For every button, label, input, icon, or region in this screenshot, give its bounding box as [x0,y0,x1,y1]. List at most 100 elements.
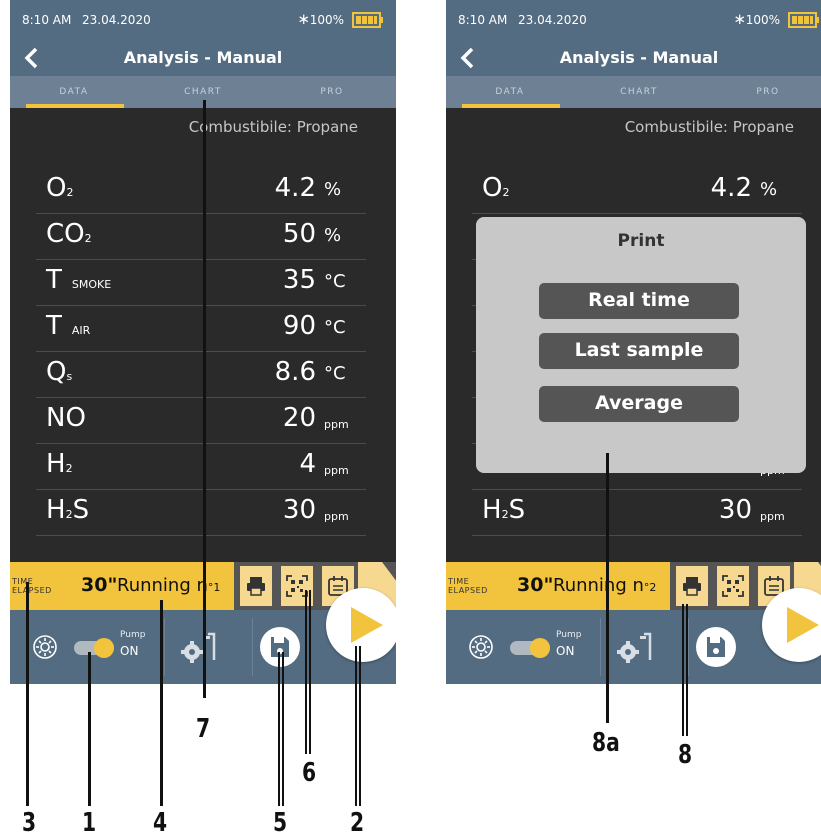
measurement-name: T [46,311,62,341]
status-bar: 8:10 AM 23.04.2020 ∗ 100% [446,0,821,40]
callout-line-2 [355,646,361,806]
measurement-value: 20 [282,403,316,433]
elapsed-time: 30" [81,574,118,596]
save-button[interactable] [696,627,736,667]
measurement-value: 30 [718,495,752,525]
measurement-value: 30 [282,495,316,525]
measurement-name: Q [46,357,67,387]
measurement-row: O2 4.2 % [36,168,366,214]
burner-icon[interactable] [468,634,494,660]
callout-line-8a [606,453,609,723]
measurement-sub: SMOKE [71,278,112,291]
callout-1: 1 [82,808,97,838]
measurement-unit: % [324,179,342,200]
measurement-sub: AIR [71,324,91,337]
nav-bar: Analysis - Manual [446,40,821,76]
measurement-sub: 2 [501,508,509,521]
callout-8a: 8a [592,728,620,758]
measurement-row: H2S 30 ppm [472,490,802,536]
callout-line-3 [26,582,29,806]
measurement-name: CO [46,219,85,249]
measurement-sub: s [66,370,73,383]
measurement-unit: ppm [324,418,349,431]
measurement-row: H2 4 ppm [36,444,366,490]
time-elapsed-box: TIME ELAPSED 30" Running n°2 [446,562,670,610]
measurement-name: O [482,173,503,203]
measurement-sub: 2 [84,232,92,245]
pump-state: ON [120,644,139,658]
status-time: 8:10 AM [22,13,72,27]
tab-data[interactable]: DATA [446,76,574,108]
print-real-time-button[interactable]: Real time [539,283,739,319]
fuel-label: Combustibile: Propane [188,118,358,136]
measurement-unit: % [324,225,342,246]
callout-5: 5 [273,808,288,838]
page-title: Analysis - Manual [559,48,719,67]
measurement-sub: 2 [66,186,74,199]
print-last-sample-button[interactable]: Last sample [539,333,739,369]
status-bar: 8:10 AM 23.04.2020 ∗ 100% [10,0,396,40]
time-label: TIME [448,577,470,586]
measurement-sub: 2 [65,462,73,475]
print-button[interactable] [676,566,708,606]
elapsed-label: ELAPSED [448,586,488,595]
start-button[interactable] [762,588,821,662]
status-date: 23.04.2020 [82,13,151,27]
tab-data[interactable]: DATA [10,76,138,108]
measurement-name: O [46,173,67,203]
measurement-row: T AIR 90 °C [36,306,366,352]
qr-code-icon [722,575,744,597]
time-elapsed-box: TIME ELAPSED 30" Running n°1 [10,562,234,610]
measurement-sub: 2 [502,186,510,199]
callout-line-8 [682,604,688,736]
battery-icon [788,12,819,28]
tab-chart[interactable]: CHART [575,76,703,108]
measurement-value: 8.6 [274,357,316,387]
battery-percent: 100% [309,13,344,27]
battery-icon [352,12,383,28]
measurement-unit: °C [324,317,346,338]
measurement-name: NO [46,403,86,433]
measurement-value: 4.2 [274,173,316,203]
measurement-row: CO2 50 % [36,214,366,260]
measurement-name-tail: S [72,495,90,525]
bluetooth-icon: ∗ [733,10,746,28]
toggle-knob [94,638,114,658]
toggle-knob [530,638,550,658]
measurement-unit: ppm [324,510,349,523]
measurement-row: Qs 8.6 °C [36,352,366,398]
measurement-name-tail: S [508,495,526,525]
pump-toggle[interactable] [510,638,550,658]
nav-bar: Analysis - Manual [10,40,396,76]
callout-6: 6 [302,758,317,788]
pump-toggle[interactable] [74,638,114,658]
measurement-name: H [46,449,66,479]
probe-settings-icon[interactable] [616,630,654,666]
measurement-name: H [482,495,502,525]
measurement-row: T SMOKE 35 °C [36,260,366,306]
callout-4: 4 [153,808,168,838]
print-average-button[interactable]: Average [539,386,739,422]
burner-icon[interactable] [32,634,58,660]
qr-code-button[interactable] [717,566,749,606]
callout-line-7 [203,100,206,698]
measurement-name: H [46,495,66,525]
pump-state: ON [556,644,575,658]
probe-settings-icon[interactable] [180,630,218,666]
status-date: 23.04.2020 [518,13,587,27]
measurement-unit: °C [324,363,346,384]
measurement-row: NO 20 ppm [36,398,366,444]
print-button[interactable] [240,566,272,606]
pump-label: Pump [556,630,582,640]
printer-icon [247,577,265,596]
measurement-value: 50 [282,219,316,249]
status-strip: TIME ELAPSED 30" Running n°2 [446,562,821,610]
tab-pro[interactable]: PRO [268,76,396,108]
battery-percent: 100% [745,13,780,27]
bluetooth-icon: ∗ [297,10,310,28]
measurement-value: 90 [282,311,316,341]
page-title: Analysis - Manual [123,48,283,67]
play-icon [351,607,383,643]
start-button[interactable] [326,588,396,662]
tab-pro[interactable]: PRO [704,76,821,108]
